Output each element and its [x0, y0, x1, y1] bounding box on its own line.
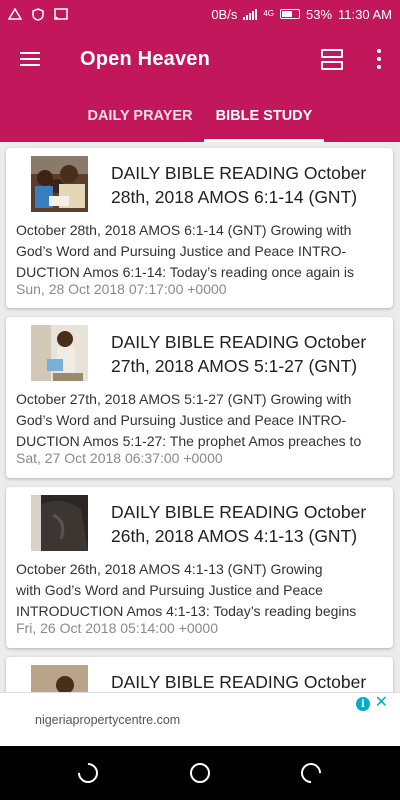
app-bar: Open Heaven	[0, 28, 400, 90]
warning-icon	[8, 8, 22, 20]
ad-close-icon[interactable]: ✕	[375, 695, 388, 711]
tab-bible-study[interactable]: BIBLE STUDY	[204, 90, 324, 142]
more-vert-icon[interactable]	[372, 46, 386, 72]
status-bar: 0B/s 4G 53% 11:30 AM	[0, 0, 400, 28]
post-title: DAILY BIBLE READING October	[111, 672, 367, 692]
post-title: DAILY BIBLE READING October 28th, 2018 A…	[111, 163, 367, 207]
nav-back-icon[interactable]	[73, 758, 103, 788]
cast-icon	[54, 8, 68, 20]
signal-icon	[243, 8, 258, 20]
hamburger-icon	[20, 52, 40, 66]
ad-banner[interactable]: nigeriapropertycentre.com i ✕	[0, 692, 400, 746]
post-thumbnail	[31, 495, 88, 551]
ad-info-icon[interactable]: i	[356, 697, 370, 711]
post-card[interactable]: DAILY BIBLE READING October 26th, 2018 A…	[6, 487, 393, 648]
nav-recent-icon[interactable]	[296, 758, 326, 788]
post-title: DAILY BIBLE READING October 26th, 2018 A…	[111, 502, 367, 546]
post-card[interactable]: DAILY BIBLE READING October 27th, 2018 A…	[6, 317, 393, 478]
view-agenda-icon[interactable]	[318, 45, 346, 73]
network-speed: 0B/s	[211, 6, 238, 22]
shield-icon	[32, 7, 44, 21]
post-excerpt: October 28th, 2018 AMOS 6:1-14 (GNT) Gro…	[16, 222, 354, 280]
system-nav-bar	[0, 746, 400, 800]
post-excerpt: October 26th, 2018 AMOS 4:1-13 (GNT) Gro…	[16, 561, 357, 619]
menu-button[interactable]	[0, 28, 60, 90]
post-thumbnail	[31, 156, 88, 212]
nav-home-icon[interactable]	[190, 763, 210, 783]
tab-daily-prayer[interactable]: DAILY PRAYER	[80, 90, 200, 142]
battery-icon	[280, 9, 300, 19]
post-card[interactable]: DAILY BIBLE READING October 28th, 2018 A…	[6, 148, 393, 308]
post-date: Sun, 28 Oct 2018 07:17:00 +0000	[16, 281, 227, 297]
tab-bar: DAILY PRAYER BIBLE STUDY	[0, 90, 400, 142]
post-excerpt: October 27th, 2018 AMOS 5:1-27 (GNT) Gro…	[16, 391, 362, 449]
post-date: Fri, 26 Oct 2018 05:14:00 +0000	[16, 620, 218, 636]
ad-url[interactable]: nigeriapropertycentre.com	[35, 713, 180, 727]
post-thumbnail	[31, 325, 88, 381]
app-title: Open Heaven	[80, 47, 211, 70]
network-type: 4G	[263, 8, 274, 18]
clock: 11:30 AM	[338, 6, 392, 22]
post-date: Sat, 27 Oct 2018 06:37:00 +0000	[16, 450, 223, 466]
battery-percent: 53%	[306, 6, 333, 22]
post-title: DAILY BIBLE READING October 27th, 2018 A…	[111, 332, 367, 376]
